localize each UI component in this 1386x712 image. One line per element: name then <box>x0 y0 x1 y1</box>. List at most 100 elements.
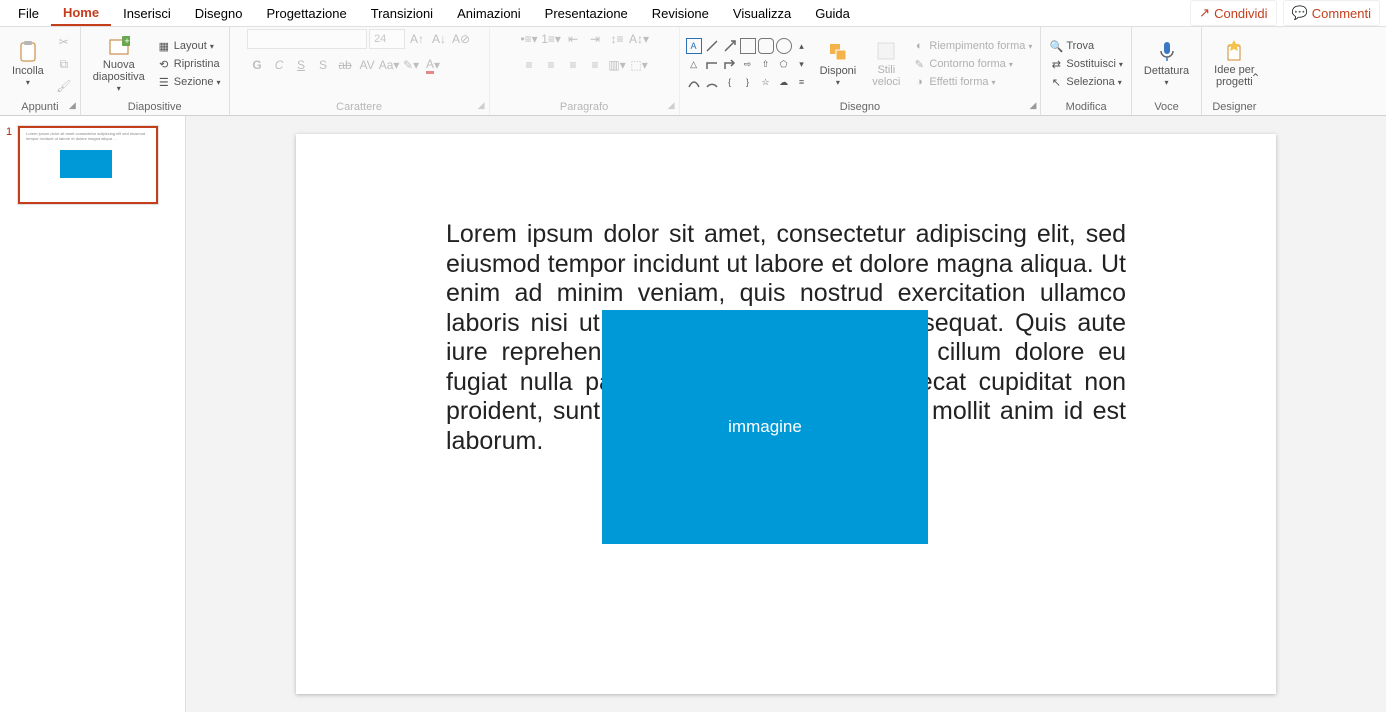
shape-fill-button[interactable]: ◐Riempimento forma▾ <box>910 38 1034 54</box>
bullets-button[interactable]: •≡▾ <box>519 29 539 49</box>
tab-progettazione[interactable]: Progettazione <box>254 2 358 25</box>
tab-guida[interactable]: Guida <box>803 2 862 25</box>
align-right-button[interactable]: ≡ <box>563 55 583 75</box>
tab-revisione[interactable]: Revisione <box>640 2 721 25</box>
up-arrow-shape-icon[interactable]: ⇧ <box>758 56 774 72</box>
triangle-shape-icon[interactable]: △ <box>686 56 702 72</box>
collapse-ribbon-button[interactable]: ⌃ <box>1250 71 1260 85</box>
cloud-shape-icon[interactable]: ☁ <box>776 74 792 90</box>
line-spacing-button[interactable]: ↕≡ <box>607 29 627 49</box>
tab-home[interactable]: Home <box>51 1 111 26</box>
select-button[interactable]: ↖Seleziona▾ <box>1047 74 1125 90</box>
layout-label: Layout <box>174 40 207 52</box>
cut-button[interactable]: ✂ <box>54 32 74 52</box>
oval-shape-icon[interactable] <box>776 38 792 54</box>
italic-button[interactable]: C <box>269 55 289 75</box>
copy-button[interactable]: ⧉ <box>54 54 74 74</box>
underline-button[interactable]: S <box>291 55 311 75</box>
elbow-arrow-icon[interactable] <box>722 56 738 72</box>
chevron-down-icon: ▾ <box>217 78 221 87</box>
text-direction-button[interactable]: A↕▾ <box>629 29 649 49</box>
curve-shape-icon[interactable] <box>686 74 702 90</box>
group-label-paragrafo: Paragrafo <box>560 99 608 115</box>
section-button[interactable]: ☰Sezione▾ <box>155 74 223 90</box>
increase-font-button[interactable]: A↑ <box>407 29 427 49</box>
change-case-button[interactable]: Aa▾ <box>379 55 399 75</box>
reset-button[interactable]: ⟲Ripristina <box>155 56 223 72</box>
shapes-more-icon[interactable]: ≡ <box>794 74 810 90</box>
shapes-scroll-down-icon[interactable]: ▾ <box>794 56 810 72</box>
pentagon-shape-icon[interactable]: ⬠ <box>776 56 792 72</box>
dialog-launcher-appunti[interactable]: ◢ <box>69 100 76 111</box>
rounded-rect-shape-icon[interactable] <box>758 38 774 54</box>
clear-format-button[interactable]: A⊘ <box>451 29 471 49</box>
tab-inserisci[interactable]: Inserisci <box>111 2 183 25</box>
slide-canvas-area[interactable]: Lorem ipsum dolor sit amet, consectetur … <box>186 116 1386 712</box>
design-ideas-button[interactable]: Idee per progetti <box>1208 29 1260 99</box>
star-shape-icon[interactable]: ☆ <box>758 74 774 90</box>
quick-styles-button[interactable]: Stili veloci <box>866 29 906 99</box>
image-placeholder-label: immagine <box>728 417 802 437</box>
shapes-scroll-up-icon[interactable]: ▴ <box>794 38 810 54</box>
columns-button[interactable]: ▥▾ <box>607 55 627 75</box>
strike-button[interactable]: ab <box>335 55 355 75</box>
tab-presentazione[interactable]: Presentazione <box>533 2 640 25</box>
slide[interactable]: Lorem ipsum dolor sit amet, consectetur … <box>296 134 1276 694</box>
tab-animazioni[interactable]: Animazioni <box>445 2 533 25</box>
tab-visualizza[interactable]: Visualizza <box>721 2 803 25</box>
brace-left-icon[interactable]: { <box>722 74 738 90</box>
dialog-launcher-disegno[interactable]: ◢ <box>1029 100 1036 111</box>
slide-image-placeholder[interactable]: immagine <box>602 310 928 544</box>
elbow-connector-icon[interactable] <box>704 56 720 72</box>
group-label-designer: Designer <box>1212 99 1256 115</box>
increase-indent-button[interactable]: ⇥ <box>585 29 605 49</box>
highlight-button[interactable]: ✎▾ <box>401 55 421 75</box>
tab-transizioni[interactable]: Transizioni <box>359 2 445 25</box>
replace-label: Sostituisci <box>1066 58 1116 70</box>
font-family-select[interactable] <box>247 29 367 49</box>
group-modifica: 🔍Trova ⇄Sostituisci▾ ↖Seleziona▾ Modific… <box>1041 27 1132 115</box>
decrease-indent-button[interactable]: ⇤ <box>563 29 583 49</box>
font-size-select[interactable]: 24 <box>369 29 405 49</box>
numbering-button[interactable]: 1≡▾ <box>541 29 561 49</box>
brace-right-icon[interactable]: } <box>740 74 756 90</box>
dialog-launcher-carattere[interactable]: ◢ <box>478 100 485 111</box>
decrease-font-button[interactable]: A↓ <box>429 29 449 49</box>
shapes-gallery[interactable]: A ▴ △ ⇨ ⇧ ⬠ ▾ { } ☆ ☁ ≡ <box>686 38 810 90</box>
shape-outline-button[interactable]: ✎Contorno forma▾ <box>910 56 1034 72</box>
align-justify-button[interactable]: ≡ <box>585 55 605 75</box>
rectangle-shape-icon[interactable] <box>740 38 756 54</box>
align-left-button[interactable]: ≡ <box>519 55 539 75</box>
font-color-button[interactable]: A▾ <box>423 55 443 75</box>
dictate-button[interactable]: Dettatura▾ <box>1138 29 1195 99</box>
bold-button[interactable]: G <box>247 55 267 75</box>
slide-thumbnail-1[interactable]: 1 Lorem ipsum dolor sit amet consectetur… <box>0 126 185 204</box>
replace-button[interactable]: ⇄Sostituisci▾ <box>1047 56 1125 72</box>
arrange-button[interactable]: Disponi▾ <box>814 29 863 99</box>
tab-file[interactable]: File <box>6 2 51 25</box>
share-button[interactable]: ↗Condividi <box>1190 0 1276 26</box>
dialog-launcher-paragrafo[interactable]: ◢ <box>668 100 675 111</box>
align-center-button[interactable]: ≡ <box>541 55 561 75</box>
group-label-diapositive: Diapositive <box>128 99 182 115</box>
arrow-line-icon[interactable] <box>722 38 738 54</box>
tab-disegno[interactable]: Disegno <box>183 2 255 25</box>
reset-label: Ripristina <box>174 58 220 70</box>
arc-shape-icon[interactable] <box>704 74 720 90</box>
line-shape-icon[interactable] <box>704 38 720 54</box>
chevron-down-icon: ▾ <box>26 79 30 88</box>
styles-label: Stili veloci <box>872 64 900 88</box>
find-button[interactable]: 🔍Trova <box>1047 38 1125 54</box>
right-arrow-shape-icon[interactable]: ⇨ <box>740 56 756 72</box>
shadow-button[interactable]: S <box>313 55 333 75</box>
layout-button[interactable]: ▦Layout▾ <box>155 38 223 54</box>
char-spacing-button[interactable]: AV <box>357 55 377 75</box>
shape-effects-button[interactable]: ◑Effetti forma▾ <box>910 74 1034 90</box>
format-painter-button[interactable]: 🖌 <box>54 76 74 96</box>
textbox-shape-icon[interactable]: A <box>686 38 702 54</box>
comments-button[interactable]: 💬Commenti <box>1283 0 1380 26</box>
dictate-label: Dettatura <box>1144 65 1189 77</box>
new-slide-button[interactable]: + Nuova diapositiva ▾ <box>87 29 151 99</box>
smartart-button[interactable]: ⬚▾ <box>629 55 649 75</box>
paste-button[interactable]: Incolla ▾ <box>6 29 50 99</box>
